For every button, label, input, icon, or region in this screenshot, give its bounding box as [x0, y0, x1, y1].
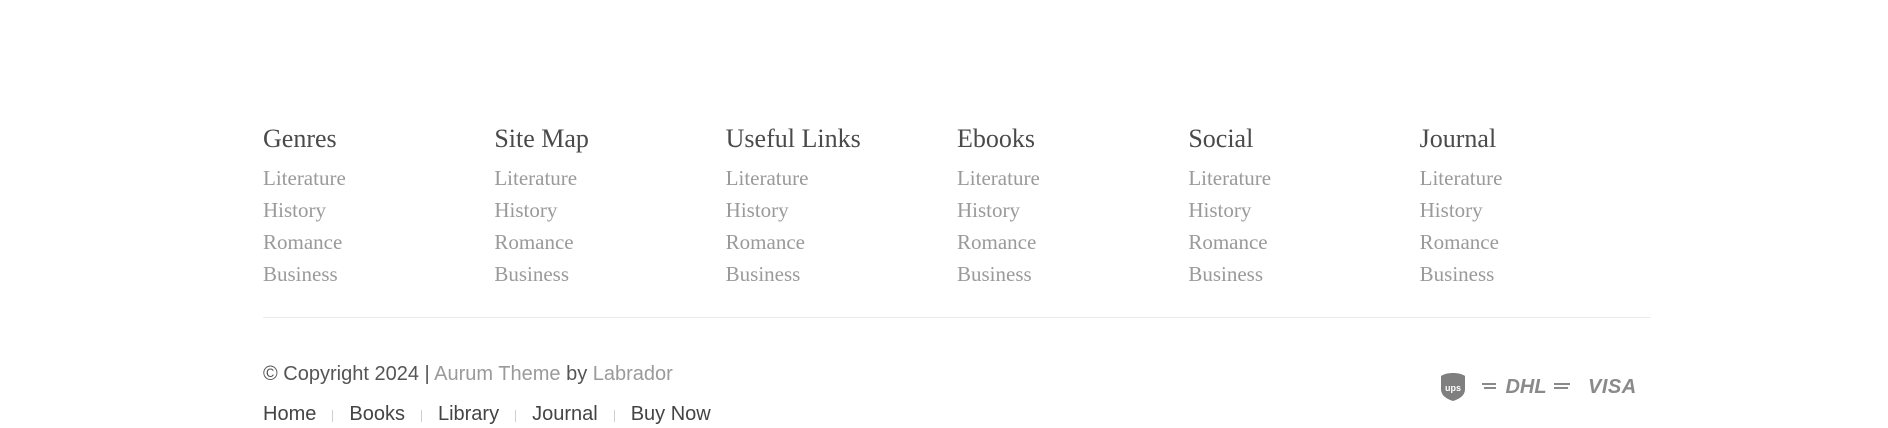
- column-title: Genres: [263, 124, 337, 153]
- footer-columns: Genres Literature History Romance Busine…: [263, 122, 1651, 290]
- footer-link-history[interactable]: History: [263, 198, 326, 222]
- nav-link-journal[interactable]: Journal: [532, 400, 598, 428]
- footer-column-journal: Journal Literature History Romance Busin…: [1420, 122, 1651, 290]
- dhl-icon: DHL: [1482, 375, 1572, 399]
- svg-text:DHL: DHL: [1505, 376, 1546, 398]
- list-item: History: [1420, 194, 1651, 226]
- footer-link-romance[interactable]: Romance: [263, 230, 342, 254]
- nav-link-library[interactable]: Library: [438, 400, 499, 428]
- list-item: Romance: [1188, 226, 1419, 258]
- footer-link-romance[interactable]: Romance: [726, 230, 805, 254]
- footer-link-business[interactable]: Business: [1188, 262, 1263, 286]
- footer-link-business[interactable]: Business: [726, 262, 801, 286]
- footer-column-social: Social Literature History Romance Busine…: [1188, 122, 1419, 290]
- footer-link-literature[interactable]: Literature: [1420, 166, 1503, 190]
- list-item: Romance: [1420, 226, 1651, 258]
- footer-link-literature[interactable]: Literature: [957, 166, 1040, 190]
- author-link[interactable]: Labrador: [593, 363, 673, 385]
- list-item: Business: [726, 258, 957, 290]
- footer-link-business[interactable]: Business: [263, 262, 338, 286]
- bottom-nav: Home Books Library Journal Buy Now: [263, 400, 711, 428]
- visa-icon: VISA: [1588, 375, 1637, 398]
- list-item: Romance: [726, 226, 957, 258]
- list-item: Literature: [263, 162, 494, 194]
- footer-link-history[interactable]: History: [726, 198, 789, 222]
- list-item: Business: [494, 258, 725, 290]
- list-item: Romance: [263, 226, 494, 258]
- nav-separator: [613, 410, 615, 422]
- footer-column-genres: Genres Literature History Romance Busine…: [263, 122, 494, 290]
- footer-link-romance[interactable]: Romance: [494, 230, 573, 254]
- list-item: Romance: [494, 226, 725, 258]
- list-item: Business: [1188, 258, 1419, 290]
- footer-column-ebooks: Ebooks Literature History Romance Busine…: [957, 122, 1188, 290]
- list-item: Business: [1420, 258, 1651, 290]
- footer-link-literature[interactable]: Literature: [263, 166, 346, 190]
- nav-link-books[interactable]: Books: [349, 400, 405, 428]
- footer-link-business[interactable]: Business: [1420, 262, 1495, 286]
- list-item: History: [957, 194, 1188, 226]
- list-item: History: [494, 194, 725, 226]
- ups-icon: ups: [1440, 372, 1466, 402]
- list-item: Literature: [1420, 162, 1651, 194]
- footer-link-literature[interactable]: Literature: [726, 166, 809, 190]
- nav-separator: [515, 410, 517, 422]
- footer-link-history[interactable]: History: [1420, 198, 1483, 222]
- column-title: Useful Links: [725, 124, 861, 153]
- column-title: Site Map: [494, 124, 589, 153]
- list-item: Literature: [957, 162, 1188, 194]
- list-item: Business: [957, 258, 1188, 290]
- column-list: Literature History Romance Business: [494, 162, 725, 290]
- nav-separator: [332, 410, 334, 422]
- footer-link-business[interactable]: Business: [957, 262, 1032, 286]
- column-list: Literature History Romance Business: [957, 162, 1188, 290]
- footer-link-literature[interactable]: Literature: [494, 166, 577, 190]
- footer-divider: [263, 317, 1651, 318]
- nav-separator: [420, 410, 422, 422]
- list-item: History: [726, 194, 957, 226]
- copyright-prefix: © Copyright 2024 |: [263, 363, 430, 385]
- list-item: Literature: [494, 162, 725, 194]
- list-item: History: [1188, 194, 1419, 226]
- footer-link-romance[interactable]: Romance: [1420, 230, 1499, 254]
- payment-icons: ups DHL VISA: [1440, 372, 1637, 402]
- footer-column-site-map: Site Map Literature History Romance Busi…: [494, 122, 725, 290]
- copyright-text: © Copyright 2024 | Aurum Theme by Labrad…: [263, 360, 673, 388]
- footer-link-romance[interactable]: Romance: [957, 230, 1036, 254]
- theme-link[interactable]: Aurum Theme: [434, 363, 560, 385]
- footer-links: Genres Literature History Romance Busine…: [263, 122, 1651, 290]
- column-list: Literature History Romance Business: [263, 162, 494, 290]
- footer-link-business[interactable]: Business: [494, 262, 569, 286]
- list-item: Romance: [957, 226, 1188, 258]
- footer-column-useful-links: Useful Links Literature History Romance …: [726, 122, 957, 290]
- footer-link-literature[interactable]: Literature: [1188, 166, 1271, 190]
- column-title: Ebooks: [956, 124, 1035, 153]
- copyright-by: by: [566, 363, 588, 385]
- column-list: Literature History Romance Business: [1188, 162, 1419, 290]
- footer-link-history[interactable]: History: [1188, 198, 1251, 222]
- list-item: History: [263, 194, 494, 226]
- column-title: Social: [1188, 124, 1254, 153]
- column-title: Journal: [1419, 124, 1497, 153]
- footer-link-history[interactable]: History: [957, 198, 1020, 222]
- nav-link-home[interactable]: Home: [263, 400, 316, 428]
- nav-link-buy-now[interactable]: Buy Now: [631, 400, 711, 428]
- footer-link-romance[interactable]: Romance: [1188, 230, 1267, 254]
- column-list: Literature History Romance Business: [1420, 162, 1651, 290]
- svg-text:ups: ups: [1445, 383, 1461, 393]
- list-item: Literature: [726, 162, 957, 194]
- column-list: Literature History Romance Business: [726, 162, 957, 290]
- list-item: Literature: [1188, 162, 1419, 194]
- list-item: Business: [263, 258, 494, 290]
- footer-link-history[interactable]: History: [494, 198, 557, 222]
